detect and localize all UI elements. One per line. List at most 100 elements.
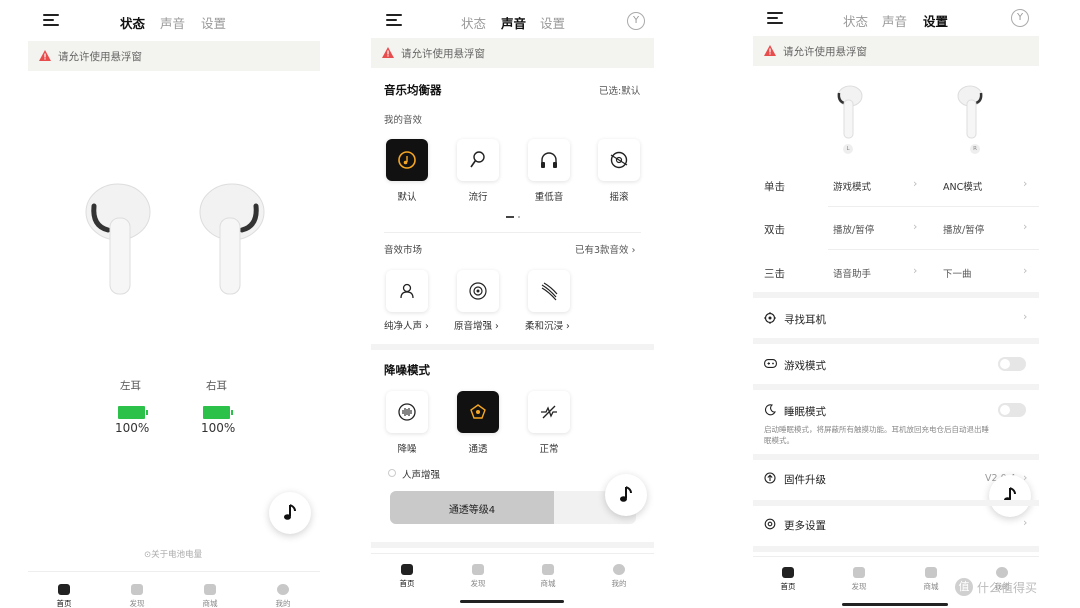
music-float-button[interactable] xyxy=(605,474,647,516)
music-float-button[interactable] xyxy=(269,492,311,534)
market-count-link[interactable]: 已有3款音效 › xyxy=(575,242,635,256)
game-mode-toggle[interactable] xyxy=(998,357,1026,371)
market-enhance-label: 原音增强 › xyxy=(454,321,499,332)
rock-disc-icon xyxy=(610,151,628,169)
section-divider xyxy=(384,232,641,233)
gesture-triple-right[interactable]: 下一曲 xyxy=(943,266,972,280)
warning-icon xyxy=(39,50,51,61)
find-earbuds-row[interactable]: 寻找耳机 xyxy=(784,312,826,327)
tab-sound[interactable]: 声音 xyxy=(882,11,907,30)
sleep-mode-toggle[interactable] xyxy=(998,403,1026,417)
warning-icon xyxy=(382,47,394,58)
sleep-mode-description-line1: 启动睡眠模式，将屏蔽所有触摸功能。耳机放回充电仓后自动退出睡 xyxy=(764,425,989,434)
anc-normal-button[interactable] xyxy=(528,391,570,433)
tab-settings[interactable]: 设置 xyxy=(540,13,565,32)
status-panel: 状态 声音 设置 请允许使用悬浮窗 左耳 右耳 100% 100% ⊙关于电池电… xyxy=(28,0,320,608)
nav-mine[interactable]: 我的 xyxy=(599,564,639,589)
menu-icon[interactable] xyxy=(386,14,402,26)
home-indicator[interactable] xyxy=(460,600,564,603)
home-icon xyxy=(58,584,70,595)
effect-default-label: 默认 xyxy=(397,192,417,203)
section-divider xyxy=(371,344,654,350)
anc-noise-cancel-button[interactable] xyxy=(386,391,428,433)
watermark-text: 什么值得买 xyxy=(977,581,1038,595)
page-dot xyxy=(518,216,520,218)
eq-title: 音乐均衡器 xyxy=(384,83,442,97)
page-dot-active xyxy=(506,216,514,218)
float-permission-banner[interactable]: 请允许使用悬浮窗 xyxy=(28,41,320,71)
settings-panel: 状态 声音 设置 Y 请允许使用悬浮窗 L R 单击 游戏模式 › ANC模式 … xyxy=(753,0,1039,608)
tab-settings[interactable]: 设置 xyxy=(923,11,948,30)
effect-pop-button[interactable] xyxy=(457,139,499,181)
nav-mine[interactable]: 我的 xyxy=(263,584,303,608)
menu-icon[interactable] xyxy=(767,12,783,24)
brand-logo-icon[interactable]: Y xyxy=(627,12,645,30)
nav-store[interactable]: 商城 xyxy=(190,584,230,608)
menu-icon[interactable] xyxy=(43,14,59,26)
bottom-nav: 首页 发现 商城 我的 xyxy=(371,558,654,598)
right-battery-value: 100% xyxy=(201,421,236,435)
headphones-icon xyxy=(541,152,557,168)
left-battery-icon xyxy=(118,406,148,419)
voice-boost-radio[interactable] xyxy=(388,469,396,477)
gesture-double-left[interactable]: 播放/暂停 xyxy=(833,222,874,236)
chevron-right-icon: › xyxy=(1023,310,1028,323)
sound-wave-circle-icon xyxy=(469,282,487,300)
firmware-upgrade-row[interactable]: 固件升级 xyxy=(784,472,826,487)
nav-discover[interactable]: 发现 xyxy=(839,567,879,592)
gesture-triple-left[interactable]: 语音助手 xyxy=(833,266,871,280)
tab-sound[interactable]: 声音 xyxy=(160,13,185,32)
gesture-triple-label: 三击 xyxy=(764,268,785,280)
game-mode-label: 游戏模式 xyxy=(784,360,826,372)
effect-rock-button[interactable] xyxy=(598,139,640,181)
anc-transparency-button[interactable] xyxy=(457,391,499,433)
sleep-mode-label: 睡眠模式 xyxy=(784,406,826,418)
noise-cancel-icon xyxy=(398,403,416,421)
tab-status[interactable]: 状态 xyxy=(843,11,868,30)
eq-selected[interactable]: 已选:默认 xyxy=(599,83,640,97)
float-permission-banner[interactable]: 请允许使用悬浮窗 xyxy=(753,36,1039,66)
effect-bass-button[interactable] xyxy=(528,139,570,181)
gesture-single-right[interactable]: ANC模式 xyxy=(943,179,982,193)
float-permission-banner[interactable]: 请允许使用悬浮窗 xyxy=(371,38,654,68)
section-divider xyxy=(753,338,1039,344)
gesture-single-left[interactable]: 游戏模式 xyxy=(833,179,871,193)
voice-boost-label: 人声增强 xyxy=(402,470,441,481)
moon-icon xyxy=(765,404,776,416)
home-indicator[interactable] xyxy=(842,603,948,606)
transparency-level-slider[interactable]: 通透等级4 xyxy=(390,491,636,524)
nav-home[interactable]: 首页 xyxy=(768,567,808,592)
tab-status[interactable]: 状态 xyxy=(461,13,486,32)
anc-transparency-label: 通透 xyxy=(468,444,488,455)
market-vocal-button[interactable] xyxy=(386,270,428,312)
left-ear-label: 左耳 xyxy=(120,380,141,392)
market-immersive-button[interactable] xyxy=(528,270,570,312)
tab-settings[interactable]: 设置 xyxy=(201,13,226,32)
sound-panel: 状态 声音 设置 Y 请允许使用悬浮窗 音乐均衡器 已选:默认 我的音效 默认 … xyxy=(371,0,654,608)
microphone-icon xyxy=(470,151,485,168)
right-ear-label: 右耳 xyxy=(206,380,227,392)
nav-home[interactable]: 首页 xyxy=(387,564,427,589)
nav-home[interactable]: 首页 xyxy=(44,584,84,608)
gamepad-icon xyxy=(764,359,777,368)
nav-discover[interactable]: 发现 xyxy=(458,564,498,589)
bottom-nav: 首页 发现 商城 我的 xyxy=(28,578,320,608)
warning-text: 请允许使用悬浮窗 xyxy=(58,51,142,63)
anc-title: 降噪模式 xyxy=(384,363,430,377)
gesture-double-right[interactable]: 播放/暂停 xyxy=(943,222,984,236)
left-battery-value: 100% xyxy=(115,421,150,435)
tab-status[interactable]: 状态 xyxy=(120,13,145,32)
music-note-icon xyxy=(620,486,632,502)
market-enhance-button[interactable] xyxy=(457,270,499,312)
music-float-button[interactable] xyxy=(989,475,1031,517)
effect-default-button[interactable] xyxy=(386,139,428,181)
section-divider xyxy=(753,454,1039,460)
battery-info-link[interactable]: ⊙关于电池电量 xyxy=(144,548,202,560)
more-settings-row[interactable]: 更多设置 xyxy=(784,518,826,533)
tab-sound[interactable]: 声音 xyxy=(501,13,526,32)
nav-store[interactable]: 商城 xyxy=(911,567,951,592)
nav-discover[interactable]: 发现 xyxy=(117,584,157,608)
brand-logo-icon[interactable]: Y xyxy=(1011,9,1029,27)
status-topbar: 状态 声音 设置 xyxy=(28,0,320,40)
nav-store[interactable]: 商城 xyxy=(528,564,568,589)
